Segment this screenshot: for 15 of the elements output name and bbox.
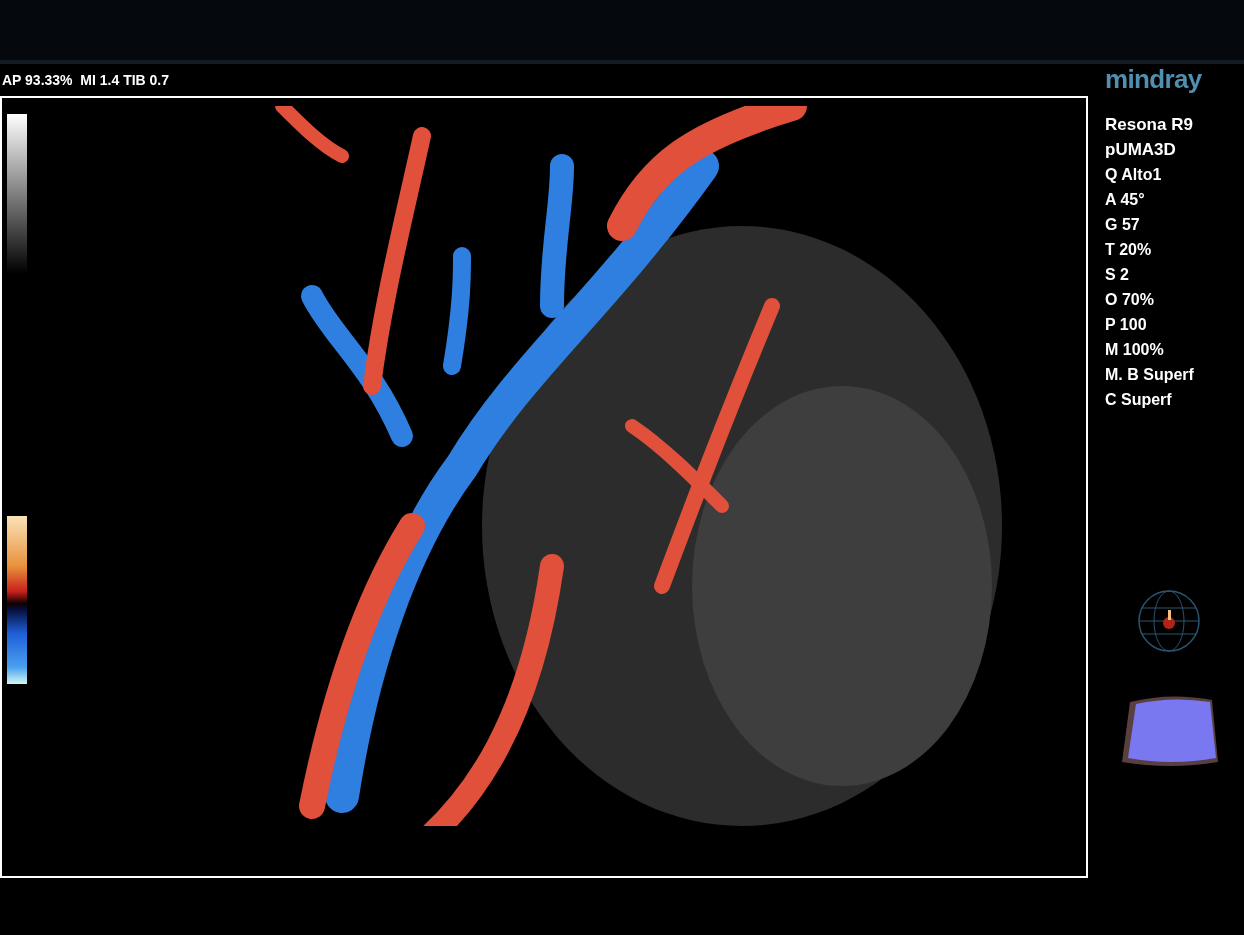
parameter-label: Q Alto1	[1105, 165, 1163, 185]
parameter-label: M 100%	[1105, 340, 1165, 360]
parameter-label: G 57	[1105, 215, 1141, 235]
parameter-label: pUMA3D	[1105, 139, 1177, 161]
parameter-label: C Superf	[1105, 390, 1173, 410]
parameter-label: P 100	[1105, 315, 1148, 335]
parameter-label: O 70%	[1105, 290, 1155, 310]
logo: mindray	[1105, 66, 1203, 92]
parameter-label: T 20%	[1105, 240, 1153, 260]
parameter-label: S 2	[1105, 265, 1130, 285]
parameter-label: Resona R9	[1105, 114, 1194, 136]
parameter-label: M. B Superf	[1105, 365, 1195, 385]
orientation-globe-icon	[1138, 590, 1200, 652]
acoustic-output-readout: AP 93.33% MI 1.4 TIB 0.7	[2, 70, 170, 90]
parameter-label: A 45°	[1105, 190, 1146, 210]
